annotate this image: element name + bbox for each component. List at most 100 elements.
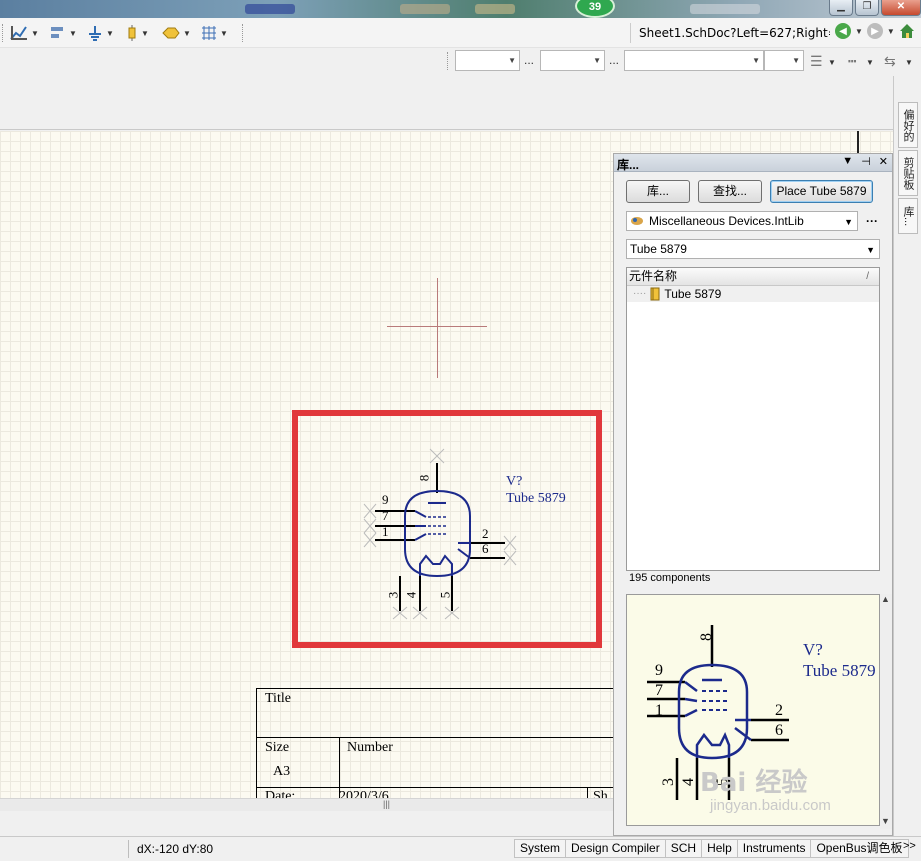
library-more-button[interactable]: ··· — [866, 214, 878, 228]
back-icon[interactable]: ◀ — [835, 23, 851, 39]
tab-sch[interactable]: SCH — [665, 839, 703, 858]
chevron-down-icon: ▼ — [106, 28, 114, 38]
crosshair-cursor-vertical — [437, 278, 438, 378]
preview-pin-1-label: 1 — [655, 702, 663, 719]
tab-help[interactable]: Help — [702, 839, 738, 858]
grid-tool-button[interactable]: ▼ — [201, 23, 228, 43]
variant-combo[interactable]: ▼ — [540, 50, 605, 71]
libraries-panel-header: 库... ▼ ⊣ ✕ — [614, 154, 892, 172]
layer-combo[interactable]: ▼ — [455, 50, 520, 71]
tree-connector: ···· — [633, 288, 647, 299]
cursor-delta-readout: dX:-120 dY:80 — [128, 840, 258, 858]
title-label: Title — [265, 691, 291, 706]
forward-icon[interactable]: ▶ — [866, 23, 883, 39]
chevron-down-icon: ▼ — [792, 56, 800, 65]
list-item[interactable]: ···· Tube 5879 — [627, 286, 879, 302]
power-port-icon — [89, 26, 101, 41]
size-value: A3 — [273, 764, 291, 779]
preview-pin-5-label: 5 — [714, 778, 731, 786]
tab-system[interactable]: System — [514, 839, 567, 858]
more-dots: ... — [609, 53, 620, 67]
sheet-label: Sh — [593, 789, 608, 798]
align-tool-button[interactable]: ▼ — [50, 23, 77, 43]
component-list-header[interactable]: 元件名称 / — [627, 268, 879, 286]
title-block: Title Size A3 Number Date: 2020/3/6 Sh — [256, 688, 657, 798]
title-block-divider — [257, 737, 657, 738]
navigation-address-field[interactable]: Sheet1.SchDoc?Left=627;Right= — [630, 23, 830, 43]
right-dock-tabs: 偏好的 剪贴板 库... — [893, 76, 921, 836]
wiring-toolbar: ▼ ▼ ▼ ▼ ▼ ▼ Sheet1.SchDoc?Left=627;Right… — [0, 18, 921, 48]
tab-libraries[interactable]: 库... — [898, 198, 918, 234]
preview-pin-9-label: 9 — [655, 662, 663, 679]
notification-badge[interactable]: 39 — [575, 0, 615, 18]
toolbar-grip[interactable] — [2, 24, 5, 42]
chevron-down-icon[interactable]: ▼ — [828, 58, 836, 67]
component-name-column: 元件名称 — [629, 269, 678, 283]
swap-icon[interactable]: ⇆ — [884, 53, 896, 70]
sort-icon[interactable]: / — [866, 268, 869, 285]
filter-combo[interactable]: ▼ — [624, 50, 764, 71]
preview-designator: V? — [803, 640, 823, 659]
component-count: 195 components — [629, 572, 711, 584]
restore-button[interactable]: ❐ — [855, 0, 879, 16]
minimize-button[interactable]: ▁ — [829, 0, 853, 16]
size-label: Size — [265, 740, 290, 755]
taskbar-item — [690, 4, 760, 14]
title-block-divider — [587, 787, 588, 798]
scroll-grip-icon[interactable]: ||| — [383, 799, 390, 809]
taskbar-item — [475, 4, 515, 14]
part-tool-button[interactable]: ▼ — [126, 23, 149, 43]
chevron-down-icon[interactable]: ▼ — [905, 58, 913, 67]
dashed-lines-icon[interactable]: ┅ — [848, 53, 856, 70]
scroll-up-icon[interactable]: ▲ — [881, 594, 890, 604]
zoom-combo[interactable]: ▼ — [764, 50, 804, 71]
tab-design-compiler[interactable]: Design Compiler — [566, 839, 666, 858]
home-icon[interactable] — [899, 23, 915, 39]
window-title-strip: 39 ▁ ❐ ✕ — [0, 0, 921, 18]
chevron-down-icon: ▼ — [220, 28, 228, 38]
close-icon[interactable]: ✕ — [879, 155, 888, 168]
search-button[interactable]: 查找... — [698, 180, 762, 203]
chevron-down-icon: ▼ — [866, 245, 875, 255]
close-button[interactable]: ✕ — [881, 0, 921, 16]
filter-select[interactable]: Tube 5879 ▼ — [626, 239, 880, 259]
scroll-down-icon[interactable]: ▼ — [881, 816, 890, 826]
pin-icon[interactable]: ⊣ — [861, 155, 871, 168]
library-select[interactable]: Miscellaneous Devices.IntLib ▼ — [626, 211, 858, 231]
panel-menu-icon[interactable]: ▼ — [842, 155, 853, 168]
chevron-down-icon: ▼ — [844, 217, 853, 227]
component-list: 元件名称 / ···· Tube 5879 — [626, 267, 880, 571]
tab-instruments[interactable]: Instruments — [737, 839, 812, 858]
net-label-tool-button[interactable]: ▼ — [162, 23, 191, 43]
net-label-icon — [162, 27, 180, 39]
title-block-divider — [257, 787, 657, 788]
preview-scrollbar[interactable]: ▲ ▼ — [880, 594, 892, 829]
preview-pin-6-label: 6 — [775, 722, 783, 739]
chevron-down-icon[interactable]: ▼ — [855, 27, 863, 36]
status-overflow-button[interactable]: >> — [903, 840, 916, 852]
tab-clipboard[interactable]: 剪贴板 — [898, 150, 918, 196]
libraries-panel: 库... ▼ ⊣ ✕ 库... 查找... Place Tube 5879 Mi… — [613, 153, 893, 836]
wiring-tool-button[interactable]: ▼ — [10, 23, 39, 43]
date-value: 2020/3/6 — [339, 789, 389, 798]
tab-favorites[interactable]: 偏好的 — [898, 102, 918, 148]
preview-comment: Tube 5879 — [803, 661, 876, 680]
chevron-down-icon[interactable]: ▼ — [866, 58, 874, 67]
messages-strip — [0, 811, 613, 836]
date-label: Date: — [265, 789, 296, 798]
libraries-button[interactable]: 库... — [626, 180, 690, 203]
chevron-down-icon[interactable]: ▼ — [887, 27, 895, 36]
horizontal-scrollbar[interactable]: ||| — [0, 798, 613, 811]
taskbar-item — [245, 4, 295, 14]
preview-pin-7-label: 7 — [655, 682, 663, 699]
preview-pin-4-label: 4 — [680, 778, 697, 786]
lines-icon[interactable]: ☰ — [810, 53, 823, 70]
tab-openbus-palette[interactable]: OpenBus调色板 — [811, 839, 909, 858]
tube-5879-preview — [647, 625, 789, 800]
toolbar-grip[interactable] — [242, 24, 245, 42]
toolbar-grip[interactable] — [447, 52, 450, 70]
more-dots: ... — [524, 53, 535, 67]
place-component-button[interactable]: Place Tube 5879 — [770, 180, 873, 203]
power-port-tool-button[interactable]: ▼ — [87, 23, 114, 43]
number-label: Number — [347, 740, 393, 755]
